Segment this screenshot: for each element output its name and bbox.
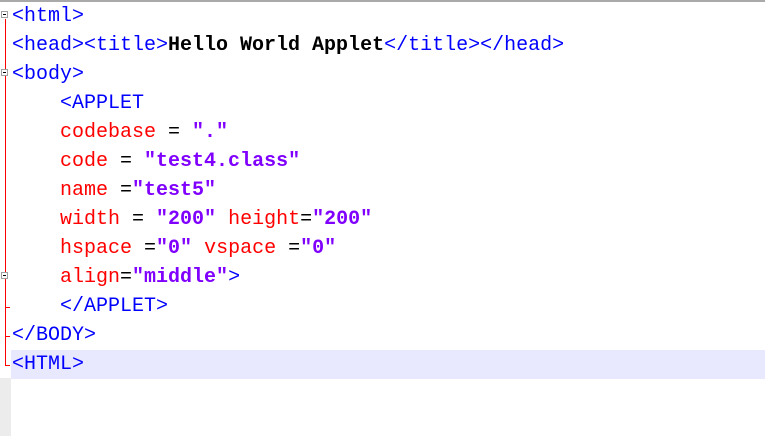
equals-operator: =	[108, 179, 133, 202]
applet-tag-end: >	[228, 266, 241, 289]
equals-operator: =	[276, 237, 301, 260]
attr-name: name	[60, 179, 109, 202]
code-line-3[interactable]: <body>	[12, 60, 765, 89]
attr-hspace: hspace	[60, 237, 133, 260]
code-line-12[interactable]: </BODY>	[12, 321, 765, 350]
body-open-tag: <body>	[12, 63, 85, 86]
code-line-7[interactable]: name ="test5"	[12, 176, 765, 205]
title-open-tag: <title>	[84, 34, 169, 57]
applet-open-tag: <APPLET	[60, 92, 145, 115]
fold-end-html-tick	[5, 365, 10, 366]
code-line-6[interactable]: code = "test4.class"	[12, 147, 765, 176]
code-line-9[interactable]: hspace ="0" vspace ="0"	[12, 234, 765, 263]
value-hspace: "0"	[156, 237, 193, 260]
attr-height: height	[216, 208, 301, 231]
fold-end-applet-tick	[5, 307, 10, 308]
applet-close-tag: </APPLET>	[60, 295, 169, 318]
equals-operator: =	[120, 266, 133, 289]
value-width: "200"	[156, 208, 217, 231]
attr-width: width	[60, 208, 121, 231]
code-line-13[interactable]: <HTML>	[12, 350, 765, 379]
equals-operator: =	[108, 150, 145, 173]
fold-toggle-html-icon[interactable]	[1, 11, 8, 18]
code-line-11[interactable]: </APPLET>	[12, 292, 765, 321]
value-name: "test5"	[132, 179, 217, 202]
code-line-8[interactable]: width = "200" height="200"	[12, 205, 765, 234]
fold-toggle-applet-icon[interactable]	[1, 272, 8, 279]
html-open-tag: <html>	[12, 5, 85, 28]
attr-align: align	[60, 266, 121, 289]
code-line-1[interactable]: <html>	[12, 2, 765, 31]
code-line-4[interactable]: <APPLET	[12, 89, 765, 118]
html-tag-last: <HTML>	[12, 353, 85, 376]
head-open-tag: <head>	[12, 34, 85, 57]
title-close-tag: </title>	[384, 34, 481, 57]
equals-operator: =	[300, 208, 313, 231]
value-align: "middle"	[132, 266, 229, 289]
code-line-2[interactable]: <head><title>Hello World Applet</title><…	[12, 31, 765, 60]
code-editor[interactable]: <html> <head><title>Hello World Applet</…	[12, 2, 765, 379]
value-code: "test4.class"	[144, 150, 301, 173]
value-vspace: "0"	[300, 237, 337, 260]
title-text: Hello World Applet	[168, 34, 385, 57]
attr-codebase: codebase	[60, 121, 157, 144]
fold-toggle-body-icon[interactable]	[1, 69, 8, 76]
value-height: "200"	[312, 208, 373, 231]
value-codebase: "."	[192, 121, 229, 144]
equals-operator: =	[120, 208, 157, 231]
attr-code: code	[60, 150, 109, 173]
attr-vspace: vspace	[192, 237, 277, 260]
code-line-10[interactable]: align="middle">	[12, 263, 765, 292]
equals-operator: =	[132, 237, 157, 260]
head-close-tag: </head>	[480, 34, 565, 57]
fold-margin-empty-area	[0, 378, 11, 436]
body-close-tag: </BODY>	[12, 324, 97, 347]
code-line-5[interactable]: codebase = "."	[12, 118, 765, 147]
equals-operator: =	[156, 121, 193, 144]
fold-end-body-tick	[5, 336, 10, 337]
